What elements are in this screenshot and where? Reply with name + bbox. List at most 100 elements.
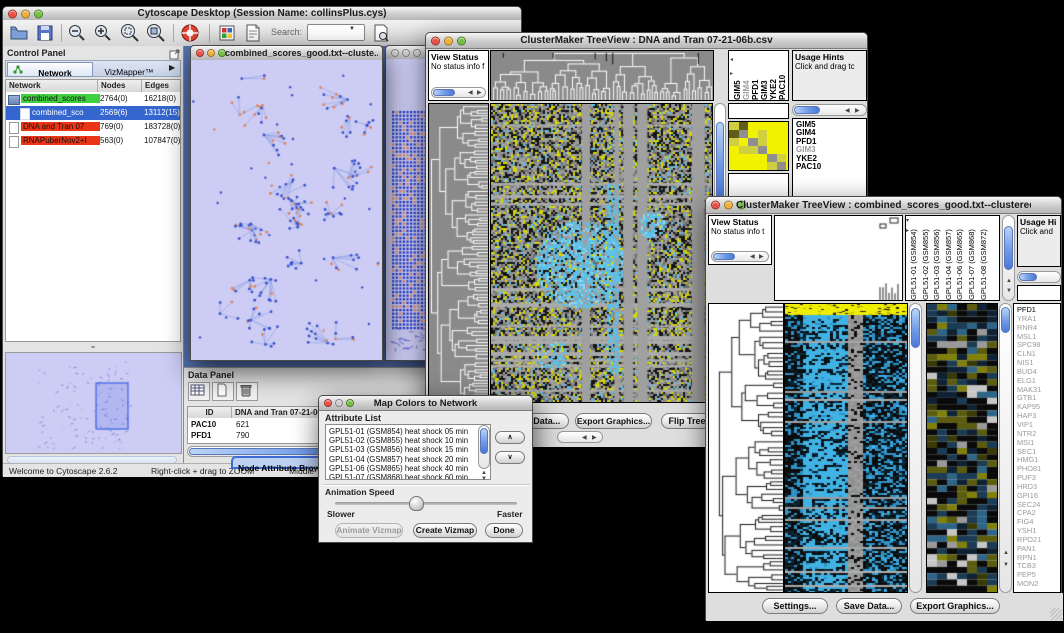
matrix-cell[interactable] (758, 138, 768, 146)
column-header-nodes[interactable]: Nodes (98, 80, 142, 92)
treeview2-detail-heatmap[interactable] (926, 303, 998, 593)
matrix-cell[interactable] (748, 162, 758, 170)
matrix-cell[interactable] (748, 146, 758, 154)
matrix-cell[interactable] (739, 138, 749, 146)
scroll-left-arrow-icon[interactable]: ◀ (750, 254, 755, 260)
matrix-cell[interactable] (767, 162, 777, 170)
gene-label[interactable]: MON2 (1014, 580, 1060, 589)
matrix-cell[interactable] (767, 146, 777, 154)
treeview1-global-matrix[interactable] (728, 121, 789, 171)
network-overview-panel[interactable] (5, 352, 182, 454)
network-row[interactable]: combined_scores 2764(0) 16218(0) (6, 92, 180, 106)
scroll-right-arrow-icon[interactable]: ▶ (759, 254, 764, 260)
move-up-button[interactable]: ∧ (495, 431, 525, 444)
close-button[interactable] (196, 49, 204, 57)
column-label[interactable]: GPL51-06 (GSM865) (955, 216, 967, 300)
matrix-cell[interactable] (777, 130, 787, 138)
column-label[interactable]: PAC10 (778, 51, 787, 100)
attribute-list-item[interactable]: GPL51-06 (GSM865) heat shock 40 min (326, 464, 490, 473)
column-label[interactable]: GIM4 (742, 51, 751, 100)
table-view-button[interactable] (188, 382, 210, 401)
matrix-cell[interactable] (748, 154, 758, 162)
close-button[interactable] (431, 36, 440, 45)
treeview2-detail-vscrollbar[interactable]: ▲ ▼ (999, 303, 1012, 593)
matrix-cell[interactable] (758, 146, 768, 154)
column-label[interactable]: GIM3 (760, 51, 769, 100)
matrix-cell[interactable] (767, 138, 777, 146)
matrix-cell[interactable] (767, 130, 777, 138)
scroll-right-arrow-icon[interactable]: ▶ (592, 435, 597, 441)
attribute-list-item[interactable]: GPL51-01 (GSM854) heat shock 05 min (326, 427, 490, 436)
view-status-scrollbar[interactable]: ◀ ▶ (711, 251, 769, 262)
close-button[interactable] (8, 9, 17, 18)
column-label[interactable]: GPL51-03 (GSM856) (932, 216, 944, 300)
matrix-cell[interactable] (739, 154, 749, 162)
treeview1-usage-scrollbar[interactable]: ◀ ▶ (792, 104, 867, 116)
minimize-button[interactable] (21, 9, 30, 18)
minimize-button[interactable] (207, 49, 215, 57)
animate-vizmap-button[interactable]: Animate Vizmap (335, 523, 403, 538)
minimize-button[interactable] (444, 36, 453, 45)
matrix-cell[interactable] (739, 130, 749, 138)
matrix-cell[interactable] (777, 122, 787, 130)
column-label[interactable]: GPL51-04 (GSM857) (944, 216, 956, 300)
column-label[interactable]: GPL51-07 (GSM868) (967, 216, 979, 300)
matrix-cell[interactable] (748, 130, 758, 138)
treeview2-labels-vscrollbar[interactable]: ▲ ▼ (1002, 215, 1015, 301)
row-id[interactable]: PAC10 (191, 420, 216, 429)
close-button[interactable] (711, 201, 720, 210)
animation-speed-slider-thumb[interactable] (409, 496, 424, 511)
row-label[interactable]: PAC10 (793, 163, 866, 171)
close-button[interactable] (324, 399, 332, 407)
matrix-cell[interactable] (777, 146, 787, 154)
search-input[interactable] (307, 24, 365, 41)
scroll-left-arrow-icon[interactable]: ◀ (582, 435, 587, 441)
column-label[interactable]: GPL51-02 (GSM855) (921, 216, 933, 300)
matrix-cell[interactable] (729, 162, 739, 170)
treeview1-row-dendrogram[interactable] (428, 103, 489, 403)
treeview1-column-dendrogram[interactable] (490, 50, 714, 101)
scroll-up-arrow-icon[interactable]: ▲ (1006, 278, 1012, 284)
treeview2-title-bar[interactable]: ClusterMaker TreeView : combined_scores_… (706, 197, 1061, 214)
treeview1-hscrollbar[interactable]: ◀ ▶ (557, 431, 603, 443)
treeview1-label-scroll-strip[interactable] (728, 103, 789, 119)
tab-overflow-button[interactable]: ▶ (169, 63, 175, 72)
matrix-cell[interactable] (777, 162, 787, 170)
save-session-button[interactable] (35, 23, 55, 48)
scroll-left-arrow-icon[interactable]: ◀ (845, 108, 850, 114)
done-button[interactable]: Done (485, 523, 523, 538)
matrix-cell[interactable] (748, 122, 758, 130)
matrix-cell[interactable] (767, 154, 777, 162)
matrix-cell[interactable] (758, 154, 768, 162)
network-canvas[interactable] (191, 60, 382, 360)
network-title-bar[interactable]: combined_scores_good.txt--cluste... (191, 46, 382, 61)
panel-splitter[interactable] (5, 344, 181, 350)
attribute-list-scrollbar[interactable] (478, 425, 490, 469)
export-graphics-button[interactable]: Export Graphics... (575, 413, 652, 429)
minimize-button[interactable] (335, 399, 343, 407)
move-down-button[interactable]: ∨ (495, 451, 525, 464)
zoom-in-button[interactable] (93, 23, 113, 48)
treeview1-heatmap[interactable] (490, 103, 713, 403)
treeview2-usage-scrollbar[interactable] (1017, 271, 1061, 283)
scroll-up-arrow-icon[interactable]: ▲ (1003, 550, 1009, 556)
scroll-down-arrow-icon[interactable]: ▼ (1006, 288, 1012, 294)
matrix-cell[interactable] (777, 154, 787, 162)
column-label[interactable]: GIM5 (733, 51, 742, 100)
matrix-cell[interactable] (758, 122, 768, 130)
matrix-cell[interactable] (758, 130, 768, 138)
zoom-fit-button[interactable] (145, 23, 167, 48)
export-graphics-button[interactable]: Export Graphics... (910, 598, 1000, 614)
minimize-button[interactable] (402, 49, 410, 57)
network-row-selected[interactable]: combined_sco 2569(6) 13112(15) (6, 106, 180, 120)
treeview2-row-dendrogram[interactable] (708, 303, 784, 593)
dialog-title-bar[interactable]: Map Colors to Network (319, 396, 532, 411)
column-label[interactable]: YKE2 (769, 51, 778, 100)
create-vizmap-button[interactable]: Create Vizmap (413, 523, 477, 538)
row-value[interactable]: 790 (236, 431, 249, 440)
column-header-id[interactable]: ID (188, 407, 232, 418)
scroll-right-arrow-icon[interactable]: ▶ (855, 108, 860, 114)
scroll-right-arrow-icon[interactable]: ▶ (477, 90, 482, 96)
matrix-cell[interactable] (767, 122, 777, 130)
network-overview-canvas[interactable] (6, 353, 181, 453)
